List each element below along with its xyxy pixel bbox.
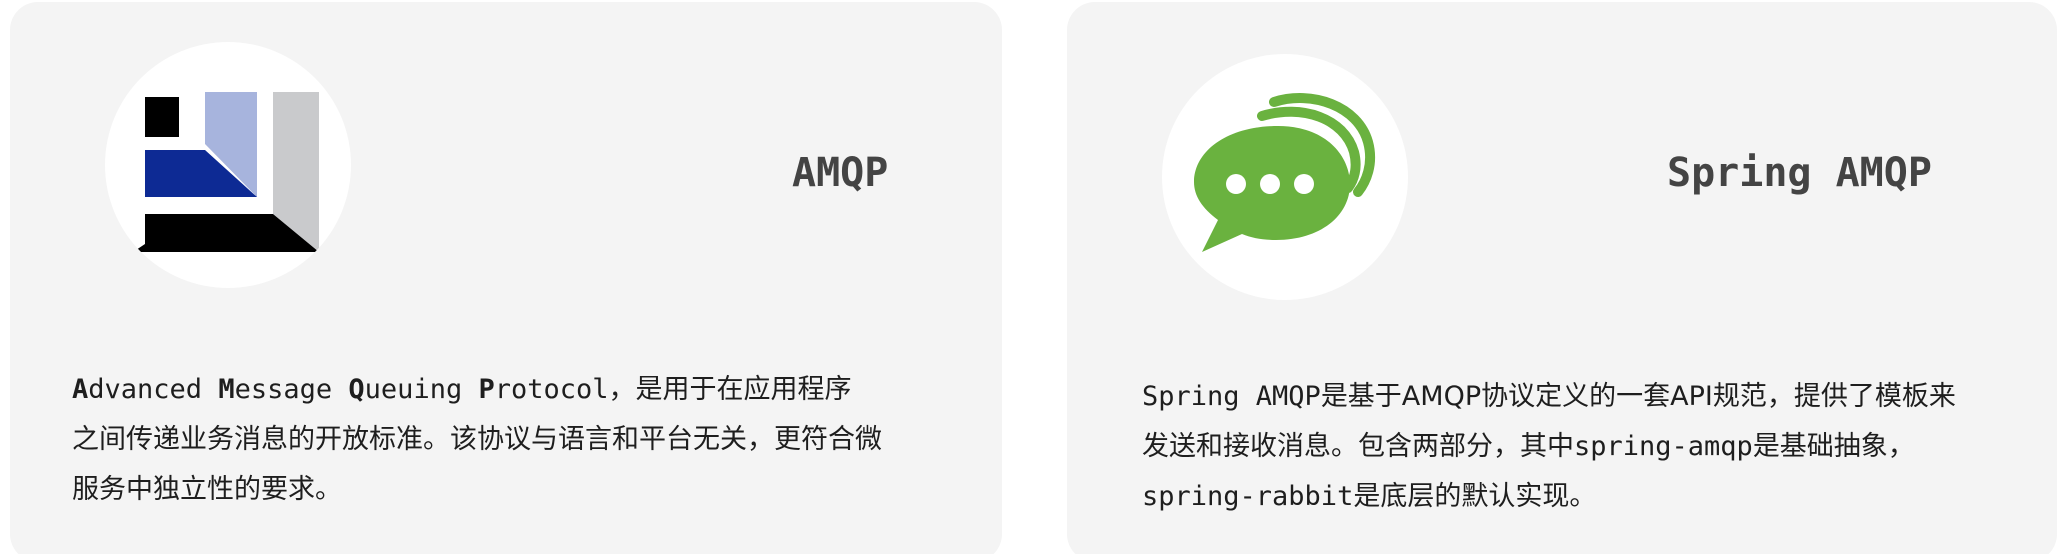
spring-amqp-desc-line-3: spring-rabbit是底层的默认实现。 <box>1142 481 1597 512</box>
chat-dot-2 <box>1260 174 1280 194</box>
page: AMQP Advanced Message Queuing Protocol，是… <box>0 0 2058 554</box>
spring-amqp-logo <box>1162 54 1408 300</box>
chat-dot-1 <box>1226 174 1246 194</box>
chat-dot-3 <box>1294 174 1314 194</box>
amqp-logo-icon <box>133 92 319 252</box>
amqp-card: AMQP Advanced Message Queuing Protocol，是… <box>10 2 1002 554</box>
amqp-title: AMQP <box>792 150 889 196</box>
amqp-desc-line-2: 之间传递业务消息的开放标准。该协议与语言和平台无关，更符合微 <box>72 424 882 455</box>
spring-amqp-description: Spring AMQP是基于AMQP协议定义的一套API规范，提供了模板来 发送… <box>1142 372 1956 522</box>
amqp-acronym: Advanced Message Queuing Protocol <box>72 374 609 405</box>
spring-amqp-title: Spring AMQP <box>1667 150 1932 196</box>
amqp-desc-line-1: Advanced Message Queuing Protocol，是用于在应用… <box>72 374 852 405</box>
amqp-desc-line-3: 服务中独立性的要求。 <box>72 474 342 505</box>
amqp-logo <box>105 42 351 288</box>
spring-amqp-desc-line-1: Spring AMQP是基于AMQP协议定义的一套API规范，提供了模板来 <box>1142 381 1956 412</box>
spring-amqp-desc-line-2: 发送和接收消息。包含两部分，其中spring-amqp是基础抽象， <box>1142 431 1915 462</box>
spring-amqp-card: Spring AMQP Spring AMQP是基于AMQP协议定义的一套API… <box>1067 2 2057 554</box>
amqp-description: Advanced Message Queuing Protocol，是用于在应用… <box>72 365 882 515</box>
chat-bubble-icon <box>1194 93 1376 252</box>
